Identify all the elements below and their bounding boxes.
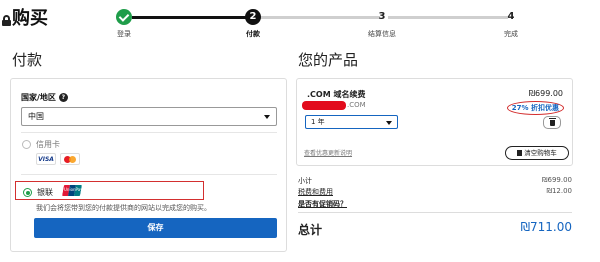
subtotal-value: ₪699.00 xyxy=(542,176,572,184)
term-select[interactable]: 1 年 xyxy=(305,115,398,129)
stepper-line-done xyxy=(132,16,246,19)
divider xyxy=(298,212,572,213)
chevron-down-icon xyxy=(264,115,270,119)
total-value: ₪711.00 xyxy=(520,220,572,234)
country-label: 国家/地区 xyxy=(21,93,56,102)
discount-badge: 27% 折扣优惠 xyxy=(506,101,564,115)
product-price: ₪699.00 xyxy=(528,89,563,98)
checkout-stepper: 2 3 4 登录 付款 结算信息 完成 xyxy=(0,0,600,40)
unionpay-note: 我们会将您带到您的付款提供商的网站以完成您的购买。 xyxy=(36,204,211,212)
unionpay-logo-text: UnionPay xyxy=(64,187,83,192)
stepper-line-pending xyxy=(260,16,380,19)
term-value: 1 年 xyxy=(311,118,325,126)
trash-icon[interactable] xyxy=(543,116,561,129)
redacted-domain xyxy=(302,101,346,110)
step-3-number: 3 xyxy=(378,11,386,22)
promo-link[interactable]: 是否有促销码？ xyxy=(298,199,572,209)
step-4-number: 4 xyxy=(507,11,515,22)
payment-card: 国家/地区 ? 中国 信用卡 VISA 银联 UnionPay 我们会将您带到您… xyxy=(10,78,287,252)
unionpay-radio[interactable] xyxy=(23,188,32,197)
step-1-label: 登录 xyxy=(117,30,131,38)
country-value: 中国 xyxy=(28,112,44,121)
clear-cart-label: 清空购物车 xyxy=(524,149,557,157)
divider xyxy=(21,174,277,175)
tax-label[interactable]: 税费和费用 xyxy=(298,188,333,196)
subtotal-label: 小计 xyxy=(298,177,312,185)
subtotal-row: 小计 ₪699.00 xyxy=(298,176,572,186)
unionpay-label[interactable]: 银联 xyxy=(37,187,53,198)
help-icon[interactable]: ? xyxy=(58,93,68,102)
step-1-check-icon xyxy=(116,9,132,25)
divider xyxy=(21,132,277,133)
save-button[interactable]: 保存 xyxy=(34,218,277,238)
mastercard-logo-icon xyxy=(60,153,80,165)
domain-suffix: .COM xyxy=(347,101,366,109)
total-label: 总计 xyxy=(298,223,323,237)
stepper-line-pending xyxy=(388,16,508,19)
policy-link[interactable]: 查看优惠更新说明 xyxy=(304,148,352,157)
product-name: .COM 域名续费 xyxy=(307,90,366,99)
step-3-label: 结算信息 xyxy=(368,30,396,38)
chevron-down-icon xyxy=(386,121,392,125)
step-2-label: 付款 xyxy=(246,30,260,38)
visa-logo-icon: VISA xyxy=(36,153,56,165)
step-4-label: 完成 xyxy=(504,30,518,38)
country-select[interactable]: 中国 xyxy=(21,107,277,126)
country-label-row: 国家/地区 ? xyxy=(21,92,68,103)
clear-cart-button[interactable]: 清空购物车 xyxy=(505,146,569,160)
tax-value: ₪12.00 xyxy=(546,187,572,195)
products-heading: 您的产品 xyxy=(298,51,359,69)
credit-card-radio[interactable] xyxy=(22,140,31,149)
tax-row: 税费和费用 ₪12.00 xyxy=(298,187,572,197)
credit-card-label[interactable]: 信用卡 xyxy=(36,139,60,150)
step-2-number: 2 xyxy=(245,9,261,25)
cart-icon xyxy=(517,150,523,156)
payment-heading: 付款 xyxy=(12,51,43,69)
